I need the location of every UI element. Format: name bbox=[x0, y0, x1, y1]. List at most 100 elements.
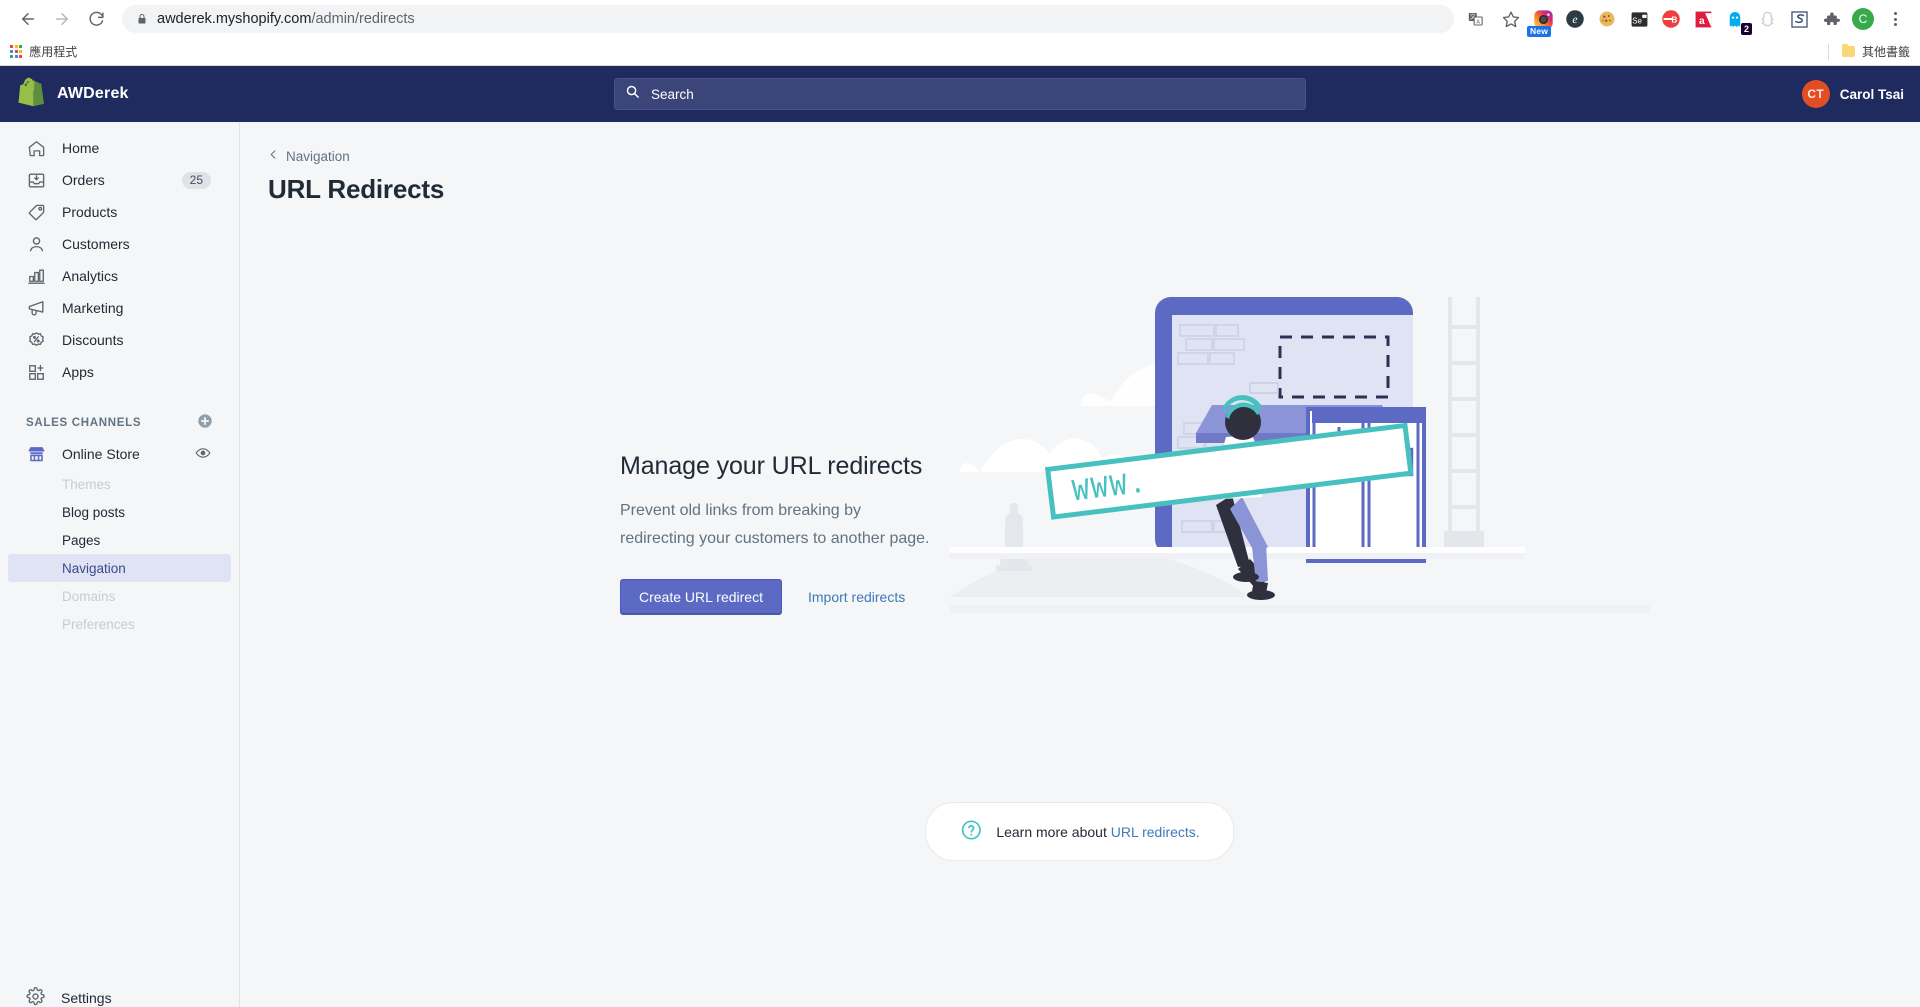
sidebar-item-preferences[interactable]: Preferences bbox=[8, 610, 231, 638]
sidebar-item-online-store[interactable]: Online Store bbox=[8, 438, 231, 470]
bookmark-divider bbox=[1827, 43, 1829, 60]
sidebar-section-sales-channels: SALES CHANNELS bbox=[8, 410, 231, 436]
main-content: Navigation URL Redirects WWW. Manage you… bbox=[240, 122, 1920, 1007]
avatar: CT bbox=[1801, 80, 1830, 108]
ghost-extension-icon[interactable]: 2 bbox=[1722, 6, 1752, 35]
cookie-extension-icon[interactable] bbox=[1594, 6, 1620, 32]
svg-text:a: a bbox=[1699, 15, 1705, 26]
address-bar[interactable]: awderek.myshopify.com/admin/redirects bbox=[122, 5, 1454, 33]
empty-state-card: WWW. Manage your URL redirects Prevent o… bbox=[530, 297, 1650, 615]
orders-inbox-icon bbox=[26, 170, 46, 190]
chevron-left-icon bbox=[268, 148, 279, 164]
svg-text:e: e bbox=[1572, 13, 1577, 26]
selenium-extension-icon[interactable]: Se bbox=[1626, 6, 1652, 32]
brand-block[interactable]: AWDerek bbox=[0, 77, 240, 112]
sidebar-item-settings[interactable]: Settings bbox=[8, 981, 231, 1007]
extension-badge: 2 bbox=[1740, 23, 1752, 35]
sidebar-item-label: Analytics bbox=[62, 268, 119, 284]
search-input[interactable]: Search bbox=[614, 78, 1306, 110]
extension-tray: New e Se B a 2 C bbox=[1526, 6, 1908, 37]
url-redirects-link[interactable]: URL redirects. bbox=[1111, 824, 1200, 840]
plus-circle-icon[interactable] bbox=[197, 413, 213, 434]
page-title: URL Redirects bbox=[268, 174, 445, 204]
search-placeholder: Search bbox=[651, 86, 694, 102]
s-extension-icon[interactable] bbox=[1786, 6, 1812, 32]
sidebar-item-domains[interactable]: Domains bbox=[8, 582, 231, 610]
sidebar-item-customers[interactable]: Customers bbox=[8, 228, 231, 260]
sidebar-item-label: Home bbox=[62, 140, 100, 156]
folder-icon bbox=[1841, 43, 1855, 57]
extension-badge: New bbox=[1527, 26, 1552, 37]
section-title: SALES CHANNELS bbox=[26, 417, 142, 429]
empty-state-body: Prevent old links from breaking by redir… bbox=[620, 502, 930, 547]
sidebar-item-home[interactable]: Home bbox=[8, 132, 231, 164]
empty-state-heading: Manage your URL redirects bbox=[620, 452, 923, 480]
sidebar-footer: Settings Store transfer disabled bbox=[0, 981, 239, 1007]
empty-state-actions: Create URL redirect Import redirects bbox=[620, 579, 930, 615]
storefront-icon bbox=[26, 444, 46, 464]
url-text: awderek.myshopify.com/admin/redirects bbox=[157, 11, 415, 27]
kebab-menu-icon[interactable] bbox=[1882, 6, 1908, 32]
import-redirects-link[interactable]: Import redirects bbox=[808, 589, 905, 605]
back-arrow-icon[interactable] bbox=[12, 3, 44, 35]
bookmark-apps-label: 應用程式 bbox=[29, 45, 78, 59]
sidebar-item-label: Themes bbox=[62, 476, 111, 492]
browser-nav-bar: awderek.myshopify.com/admin/redirects 文A… bbox=[0, 0, 1920, 38]
search-icon bbox=[625, 84, 640, 104]
sidebar-item-pages[interactable]: Pages bbox=[8, 526, 231, 554]
sidebar-item-label: Online Store bbox=[62, 446, 140, 462]
sidebar-item-products[interactable]: Products bbox=[8, 196, 231, 228]
gear-icon bbox=[26, 987, 45, 1007]
star-icon[interactable] bbox=[1498, 6, 1524, 32]
empty-state-copy: Manage your URL redirects Prevent old li… bbox=[530, 362, 930, 615]
user-name: Carol Tsai bbox=[1839, 86, 1904, 102]
home-icon bbox=[26, 138, 46, 158]
bar-chart-icon bbox=[26, 266, 46, 286]
store-name: AWDerek bbox=[57, 85, 129, 102]
other-bookmarks-label: 其他書籤 bbox=[1861, 45, 1910, 59]
instagram-extension-icon[interactable]: New bbox=[1527, 6, 1556, 37]
adblock-extension-icon[interactable]: a bbox=[1690, 6, 1716, 32]
user-menu[interactable]: CT Carol Tsai bbox=[1801, 80, 1904, 108]
person-icon bbox=[26, 234, 46, 254]
svg-text:B: B bbox=[1671, 14, 1677, 24]
sidebar-item-navigation[interactable]: Navigation bbox=[8, 554, 231, 582]
sidebar-item-label: Orders bbox=[62, 172, 105, 188]
create-url-redirect-button[interactable]: Create URL redirect bbox=[620, 579, 782, 615]
sidebar-item-discounts[interactable]: Discounts bbox=[8, 324, 231, 356]
bookmarks-left[interactable]: 應用程式 bbox=[10, 43, 77, 60]
snapchat-extension-icon[interactable] bbox=[1754, 6, 1780, 32]
forward-arrow-icon[interactable] bbox=[46, 3, 78, 35]
breadcrumb[interactable]: Navigation bbox=[268, 148, 350, 164]
eye-icon[interactable] bbox=[195, 445, 211, 464]
sidebar-item-label: Pages bbox=[62, 532, 101, 548]
help-card[interactable]: Learn more about URL redirects. bbox=[925, 802, 1235, 861]
sidebar-item-label: Blog posts bbox=[62, 504, 126, 520]
page-header: Navigation URL Redirects bbox=[240, 122, 1920, 205]
chrome-profile-avatar[interactable]: C bbox=[1850, 6, 1876, 32]
sidebar-item-label: Settings bbox=[61, 990, 112, 1006]
reload-icon[interactable] bbox=[80, 3, 112, 35]
apps-grid-icon bbox=[10, 45, 23, 58]
sidebar-item-themes[interactable]: Themes bbox=[8, 470, 231, 498]
bookmarks-bar: 應用程式 其他書籤 bbox=[0, 38, 1920, 66]
sidebar-item-analytics[interactable]: Analytics bbox=[8, 260, 231, 292]
svg-text:A: A bbox=[1476, 19, 1480, 25]
edge-e-extension-icon[interactable]: e bbox=[1562, 6, 1588, 32]
translate-icon[interactable]: 文A bbox=[1462, 6, 1488, 32]
question-circle-icon bbox=[960, 819, 982, 844]
sidebar-item-apps[interactable]: Apps bbox=[8, 356, 231, 388]
sidebar-item-label: Products bbox=[62, 204, 118, 220]
bitly-extension-icon[interactable]: B bbox=[1658, 6, 1684, 32]
bookmarks-right[interactable]: 其他書籤 bbox=[1822, 43, 1910, 60]
puzzle-extensions-icon[interactable] bbox=[1818, 6, 1844, 32]
svg-text:Se: Se bbox=[1632, 16, 1642, 25]
sidebar-item-marketing[interactable]: Marketing bbox=[8, 292, 231, 324]
sidebar-item-label: Apps bbox=[62, 364, 94, 380]
sidebar-item-label: Domains bbox=[62, 588, 116, 604]
shopify-topbar: AWDerek Search CT Carol Tsai bbox=[0, 66, 1920, 122]
sidebar-item-orders[interactable]: Orders 25 bbox=[8, 164, 231, 196]
sidebar-item-label: Preferences bbox=[62, 616, 135, 632]
sidebar-item-blog-posts[interactable]: Blog posts bbox=[8, 498, 231, 526]
